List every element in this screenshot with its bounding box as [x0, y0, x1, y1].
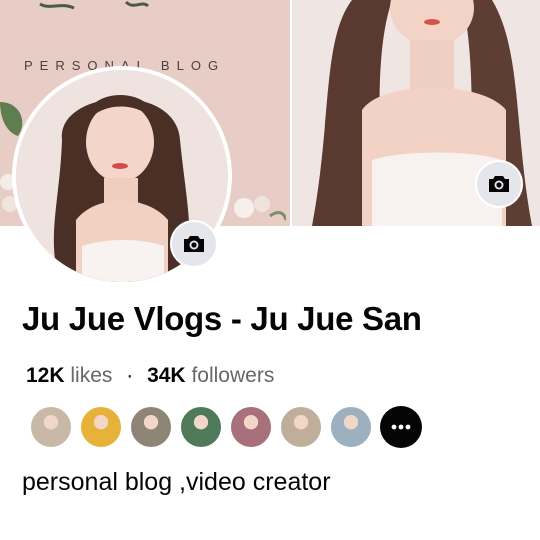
edit-profile-picture-button[interactable] [170, 220, 218, 268]
follower-avatar-1[interactable] [30, 406, 72, 448]
page-stats: 12K likes · 34K followers [26, 364, 274, 388]
camera-icon [184, 236, 204, 252]
followers-label[interactable]: followers [191, 364, 274, 387]
follower-avatar-5[interactable] [230, 406, 272, 448]
follower-avatar-6[interactable] [280, 406, 322, 448]
more-dots-icon [391, 424, 411, 430]
follower-avatar-7[interactable] [330, 406, 372, 448]
flower-decoration [234, 196, 286, 221]
follower-avatar-3[interactable] [130, 406, 172, 448]
stats-separator: · [126, 364, 134, 387]
follower-avatar-4[interactable] [180, 406, 222, 448]
decorative-scribble [39, 0, 150, 10]
camera-icon [489, 176, 509, 192]
page-bio: personal blog ,video creator [22, 468, 331, 496]
followers-count[interactable]: 34K [147, 364, 186, 387]
more-followers-button[interactable] [380, 406, 422, 448]
page-name: Ju Jue Vlogs - Ju Jue San [22, 300, 422, 337]
likes-count[interactable]: 12K [26, 364, 65, 387]
follower-avatar-2[interactable] [80, 406, 122, 448]
edit-cover-photo-button[interactable] [475, 160, 523, 208]
likes-label[interactable]: likes [70, 364, 112, 387]
